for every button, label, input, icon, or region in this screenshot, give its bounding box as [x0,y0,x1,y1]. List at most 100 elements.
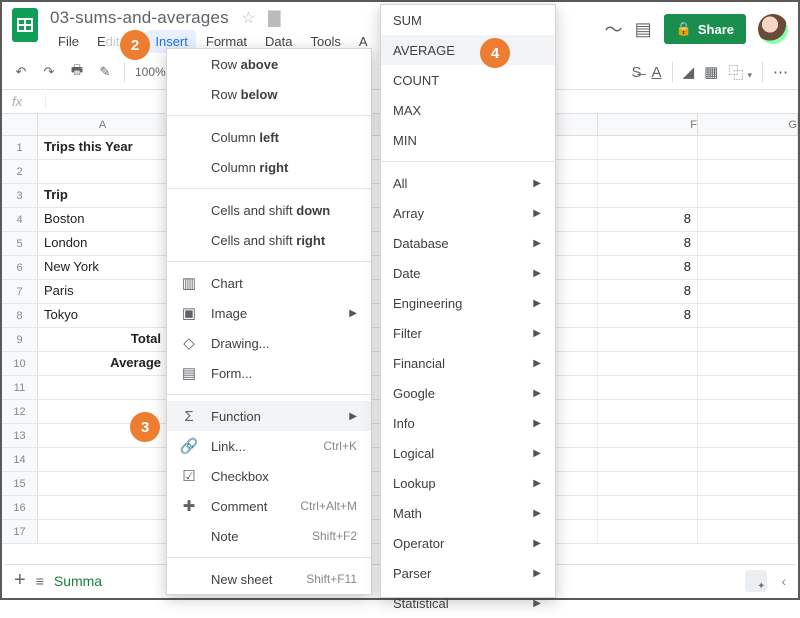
sheets-logo[interactable] [12,8,40,44]
cell[interactable]: 8 [598,304,698,327]
fn-cat-info[interactable]: Info▶ [381,408,555,438]
menu-item-cells-and-shift-right[interactable]: Cells and shift right [167,225,371,255]
cell[interactable] [38,448,168,471]
cell[interactable]: 8 [598,232,698,255]
text-color-icon[interactable]: A [652,64,662,81]
fn-cat-date[interactable]: Date▶ [381,258,555,288]
star-icon[interactable]: ☆ [241,8,255,28]
cell[interactable] [698,136,798,159]
cell[interactable] [598,448,698,471]
col-A[interactable]: A [38,114,168,135]
trend-icon[interactable]: 〜 [605,16,623,42]
menu-item-function[interactable]: ΣFunction▶ [167,401,371,431]
row-header[interactable]: 8 [2,304,38,327]
more-icon[interactable]: ⋯ [773,63,788,81]
cell[interactable] [38,520,168,543]
fill-color-icon[interactable]: ◢ [683,63,695,81]
fn-max[interactable]: MAX [381,95,555,125]
cell[interactable]: Average [38,352,168,375]
cell[interactable] [598,400,698,423]
select-all-corner[interactable] [2,114,38,135]
fn-average[interactable]: AVERAGE [381,35,555,65]
fn-cat-all[interactable]: All▶ [381,168,555,198]
menu-item-drawing-[interactable]: ◇Drawing... [167,328,371,358]
cell[interactable] [38,472,168,495]
cell[interactable] [698,328,798,351]
cell[interactable] [598,184,698,207]
print-icon[interactable]: 🖶 [68,61,86,83]
col-F[interactable]: F [598,114,698,135]
row-header[interactable]: 15 [2,472,38,495]
menu-file[interactable]: File [50,30,87,53]
row-header[interactable]: 9 [2,328,38,351]
avatar[interactable] [758,14,788,44]
cell[interactable]: New York [38,256,168,279]
fn-cat-math[interactable]: Math▶ [381,498,555,528]
fn-sum[interactable]: SUM [381,5,555,35]
cell[interactable]: Trip [38,184,168,207]
redo-icon[interactable]: ↷ [40,64,58,80]
cell[interactable] [698,376,798,399]
menu-item-cells-and-shift-down[interactable]: Cells and shift down [167,195,371,225]
row-header[interactable]: 7 [2,280,38,303]
row-header[interactable]: 11 [2,376,38,399]
explore-button[interactable] [745,570,767,592]
row-header[interactable]: 6 [2,256,38,279]
merge-icon[interactable]: ⿻ ▾ [728,62,752,83]
row-header[interactable]: 12 [2,400,38,423]
fn-cat-parser[interactable]: Parser▶ [381,558,555,588]
cell[interactable]: Boston [38,208,168,231]
row-header[interactable]: 14 [2,448,38,471]
menu-item-image[interactable]: ▣Image▶ [167,298,371,328]
scroll-left-icon[interactable]: ‹ [781,573,786,589]
cell[interactable]: 8 [598,256,698,279]
fn-cat-operator[interactable]: Operator▶ [381,528,555,558]
fn-min[interactable]: MIN [381,125,555,155]
cell[interactable] [698,424,798,447]
cell[interactable] [598,352,698,375]
row-header[interactable]: 3 [2,184,38,207]
menu-item-new-sheet[interactable]: New sheetShift+F11 [167,564,371,594]
cell[interactable] [598,472,698,495]
row-header[interactable]: 1 [2,136,38,159]
menu-item-comment[interactable]: ✚CommentCtrl+Alt+M [167,491,371,521]
cell[interactable] [598,136,698,159]
cell[interactable] [698,208,798,231]
cell[interactable] [698,496,798,519]
sheet-tab-active[interactable]: Summa [54,573,102,589]
cell[interactable] [698,232,798,255]
add-sheet-button[interactable]: + [14,569,26,592]
cell[interactable] [698,160,798,183]
menu-item-chart[interactable]: ▥Chart [167,268,371,298]
fn-cat-google[interactable]: Google▶ [381,378,555,408]
cell[interactable] [698,256,798,279]
row-header[interactable]: 13 [2,424,38,447]
cell[interactable]: Paris [38,280,168,303]
fn-cat-filter[interactable]: Filter▶ [381,318,555,348]
cell[interactable] [598,160,698,183]
cell[interactable] [598,424,698,447]
cell[interactable]: 8 [598,280,698,303]
cell[interactable] [698,352,798,375]
menu-item-row-below[interactable]: Row below [167,79,371,109]
fn-count[interactable]: COUNT [381,65,555,95]
menu-item-row-above[interactable]: Row above [167,49,371,79]
fn-cat-lookup[interactable]: Lookup▶ [381,468,555,498]
cell[interactable] [698,472,798,495]
cell[interactable] [698,184,798,207]
cell[interactable]: Trips this Year [38,136,168,159]
menu-item-column-right[interactable]: Column right [167,152,371,182]
menu-item-column-left[interactable]: Column left [167,122,371,152]
cell[interactable] [698,520,798,543]
cell[interactable]: Tokyo [38,304,168,327]
fn-cat-database[interactable]: Database▶ [381,228,555,258]
comments-icon[interactable]: ▤ [635,19,652,40]
fn-cat-financial[interactable]: Financial▶ [381,348,555,378]
cell[interactable]: 8 [598,208,698,231]
cell[interactable]: London [38,232,168,255]
row-header[interactable]: 5 [2,232,38,255]
cell[interactable] [38,376,168,399]
paint-icon[interactable]: ✎ [96,64,114,80]
cell[interactable] [598,520,698,543]
folder-icon[interactable]: ▇ [268,8,280,28]
